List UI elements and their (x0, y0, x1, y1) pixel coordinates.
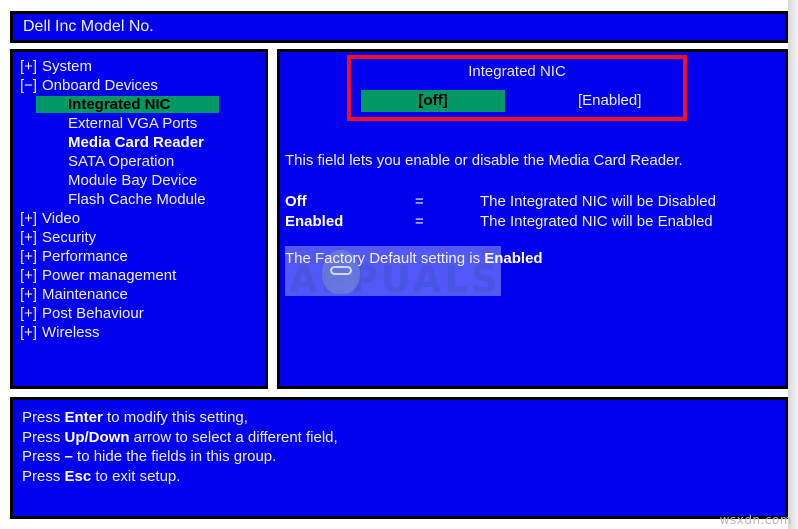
nav-item-expander-icon[interactable]: [−] (20, 76, 42, 95)
nav-item-flash-cache-module[interactable]: Flash Cache Module (13, 190, 265, 209)
value-row: Enabled = The Integrated NIC will be Enabl… (285, 212, 755, 232)
nav-item-expander-icon[interactable]: [+] (20, 57, 42, 76)
detail-panel: Integrated NIC [off] [Enabled] This fiel… (277, 49, 788, 389)
navigation-panel: [+] System [−] Onboard Devices Integrated NI… (10, 49, 268, 389)
navigation-list: [+] System [−] Onboard Devices Integrated NI… (13, 57, 265, 342)
nav-item-label: Flash Cache Module (68, 191, 206, 208)
nav-item-external-vga-ports[interactable]: External VGA Ports (13, 114, 265, 133)
nav-item-expander-icon[interactable]: [+] (20, 247, 42, 266)
nav-item-performance[interactable]: [+] Performance (13, 247, 265, 266)
nav-item-maintenance[interactable]: [+] Maintenance (13, 285, 265, 304)
help-line-key: Esc (64, 467, 92, 485)
nav-item-label: Module Bay Device (68, 172, 198, 189)
option-off-button[interactable]: [off] (361, 90, 505, 112)
nav-item-label: System (42, 58, 93, 75)
help-line-list: Press Enter to modify this setting, Press… (22, 408, 338, 486)
nav-item-sata-operation[interactable]: SATA Operation (13, 152, 265, 171)
nav-item-label: Performance (42, 248, 128, 265)
nav-item-security[interactable]: [+] Security (13, 228, 265, 247)
nav-item-integrated-nic[interactable]: Integrated NIC (13, 95, 265, 114)
help-line-suffix: to modify this setting, (102, 409, 248, 426)
nav-item-expander-icon[interactable]: [+] (20, 209, 42, 228)
value-name: Off (285, 193, 307, 210)
nav-item-wireless[interactable]: [+] Wireless (13, 323, 265, 342)
help-line-key: Enter (64, 409, 103, 426)
nav-item-post-behaviour[interactable]: [+] Post Behaviour (13, 304, 265, 323)
help-panel: Press Enter to modify this setting, Press… (10, 397, 788, 519)
nav-item-label: Onboard Devices (42, 77, 158, 94)
nav-item-label: Maintenance (42, 286, 128, 303)
nav-item-expander-icon[interactable]: [+] (20, 285, 42, 304)
value-description: The Integrated NIC will be Disabled (480, 193, 716, 210)
value-equals-sign: = (415, 193, 424, 210)
value-row: Off = The Integrated NIC will be Disabled (285, 192, 755, 212)
help-line: Press Up/Down arrow to select a differen… (22, 428, 338, 448)
option-enabled-button[interactable]: [Enabled] (578, 90, 641, 112)
option-title: Integrated NIC (468, 63, 566, 80)
nav-item-label: Security (42, 229, 97, 246)
nav-item-label: Video (42, 210, 81, 227)
nav-item-expander-icon[interactable]: [+] (20, 323, 42, 342)
help-line-prefix: Press (22, 409, 65, 426)
help-line-suffix: to exit setup. (91, 467, 181, 485)
factory-default-prefix: The Factory Default setting is (285, 250, 485, 267)
value-equals-sign: = (415, 213, 424, 230)
help-line-prefix: Press (22, 467, 65, 485)
nav-item-media-card-reader[interactable]: Media Card Reader (13, 133, 265, 152)
help-line: Press – to hide the fields in this group… (22, 447, 338, 467)
nav-item-expander-icon[interactable]: [+] (20, 304, 42, 323)
nav-item-power-management[interactable]: [+] Power management (13, 266, 265, 285)
nav-item-label: Media Card Reader (68, 134, 204, 151)
help-line-key: – (64, 448, 73, 465)
value-legend-table: Off = The Integrated NIC will be Disabled E… (285, 192, 755, 232)
nav-item-expander-icon[interactable]: [+] (20, 266, 42, 285)
nav-item-label: Power management (42, 267, 177, 284)
title-bar: Dell Inc Model No. (10, 11, 788, 43)
window-title: Dell Inc Model No. (23, 18, 154, 35)
bios-setup-screen: Dell Inc Model No. [+] System [−] Onboard D… (0, 0, 798, 529)
field-description: This field lets you enable or disable th… (285, 152, 683, 169)
nav-item-expander-icon[interactable]: [+] (20, 228, 42, 247)
factory-default-value: Enabled (484, 250, 543, 267)
help-line: Press Enter to modify this setting, (22, 408, 338, 428)
value-description: The Integrated NIC will be Enabled (480, 213, 713, 230)
nav-item-module-bay-device[interactable]: Module Bay Device (13, 171, 265, 190)
help-line-suffix: arrow to select a different field, (129, 428, 338, 446)
nav-item-onboard-devices[interactable]: [−] Onboard Devices (13, 76, 265, 95)
help-line-suffix: to hide the fields in this group. (72, 448, 277, 465)
nav-item-label: Wireless (42, 324, 100, 341)
nav-item-video[interactable]: [+] Video (13, 209, 265, 228)
value-name: Enabled (285, 213, 344, 230)
nav-item-label: Integrated NIC (68, 96, 171, 113)
nav-item-label: SATA Operation (68, 153, 175, 170)
nav-item-system[interactable]: [+] System (13, 57, 265, 76)
factory-default-line: The Factory Default setting is Enabled (285, 250, 543, 267)
help-line: Press Esc to exit setup. (22, 467, 338, 487)
site-watermark: wsxdn.com (719, 513, 792, 527)
help-line-prefix: Press (22, 448, 65, 465)
nav-item-label: External VGA Ports (68, 115, 198, 132)
help-line-prefix: Press (22, 428, 65, 446)
nav-item-label: Post Behaviour (42, 305, 144, 322)
help-line-key: Up/Down (64, 428, 130, 446)
integrated-nic-option-box: Integrated NIC [off] [Enabled] (347, 55, 687, 121)
right-gutter (788, 0, 798, 529)
